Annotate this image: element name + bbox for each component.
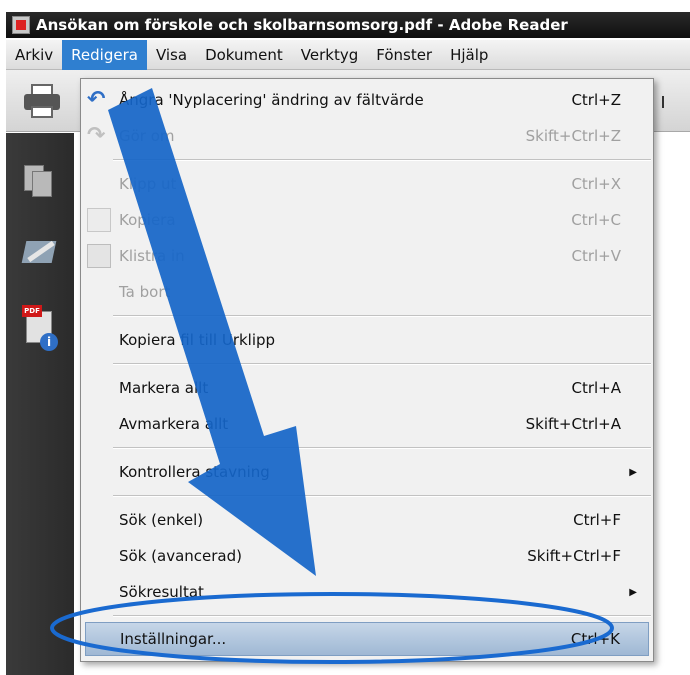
menu-bar: Arkiv Redigera Visa Dokument Verktyg Fön… — [6, 39, 690, 70]
print-icon[interactable] — [24, 84, 60, 118]
menu-item-delete[interactable]: Ta bort — [81, 275, 653, 309]
menu-separator — [113, 495, 651, 497]
paste-icon — [87, 244, 111, 268]
menu-separator — [113, 315, 651, 317]
menu-dokument[interactable]: Dokument — [196, 40, 292, 70]
menu-item-advanced-search[interactable]: Sök (avancerad) Skift+Ctrl+F — [81, 539, 653, 573]
menu-item-find[interactable]: Sök (enkel) Ctrl+F — [81, 503, 653, 537]
menu-item-copy-file-to-clipboard[interactable]: Kopiera fil till Urklipp — [81, 323, 653, 357]
edit-menu-dropdown: Ångra 'Nyplacering' ändring av fältvärde… — [80, 78, 654, 662]
copy-icon — [87, 208, 111, 232]
menu-item-undo[interactable]: Ångra 'Nyplacering' ändring av fältvärde… — [81, 83, 653, 117]
window-title-bar: Ansökan om förskole och skolbarnsomsorg.… — [6, 12, 690, 38]
menu-hjalp[interactable]: Hjälp — [441, 40, 497, 70]
menu-item-deselect-all[interactable]: Avmarkera allt Skift+Ctrl+A — [81, 407, 653, 441]
menu-separator — [113, 615, 651, 617]
menu-item-preferences[interactable]: Inställningar... Ctrl+K — [85, 622, 649, 656]
menu-separator — [113, 363, 651, 365]
menu-visa[interactable]: Visa — [147, 40, 196, 70]
undo-icon — [87, 88, 111, 112]
menu-item-redo[interactable]: Gör om Skift+Ctrl+Z — [81, 119, 653, 153]
menu-redigera[interactable]: Redigera — [62, 39, 147, 70]
menu-verktyg[interactable]: Verktyg — [292, 40, 367, 70]
pages-icon[interactable] — [22, 165, 56, 201]
navigation-panel: PDF i — [6, 133, 74, 675]
document-info-icon[interactable]: PDF i — [22, 305, 58, 357]
submenu-arrow-icon: ▶ — [629, 466, 637, 478]
menu-fonster[interactable]: Fönster — [367, 40, 441, 70]
redo-icon — [87, 124, 111, 148]
menu-item-copy[interactable]: Kopiera Ctrl+C — [81, 203, 653, 237]
menu-item-paste[interactable]: Klistra in Ctrl+V — [81, 239, 653, 273]
menu-separator — [113, 159, 651, 161]
menu-arkiv[interactable]: Arkiv — [6, 40, 62, 70]
menu-item-search-results[interactable]: Sökresultat ▶ — [81, 575, 653, 609]
submenu-arrow-icon: ▶ — [629, 586, 637, 598]
adobe-reader-app-icon — [12, 16, 30, 34]
menu-item-select-all[interactable]: Markera allt Ctrl+A — [81, 371, 653, 405]
menu-item-check-spelling[interactable]: Kontrollera stavning ▶ — [81, 455, 653, 489]
signature-icon[interactable] — [21, 237, 57, 273]
window-title: Ansökan om förskole och skolbarnsomsorg.… — [36, 16, 568, 34]
toolbar-divider — [656, 96, 664, 108]
menu-separator — [113, 447, 651, 449]
menu-item-cut[interactable]: Klipp ut Ctrl+X — [81, 167, 653, 201]
